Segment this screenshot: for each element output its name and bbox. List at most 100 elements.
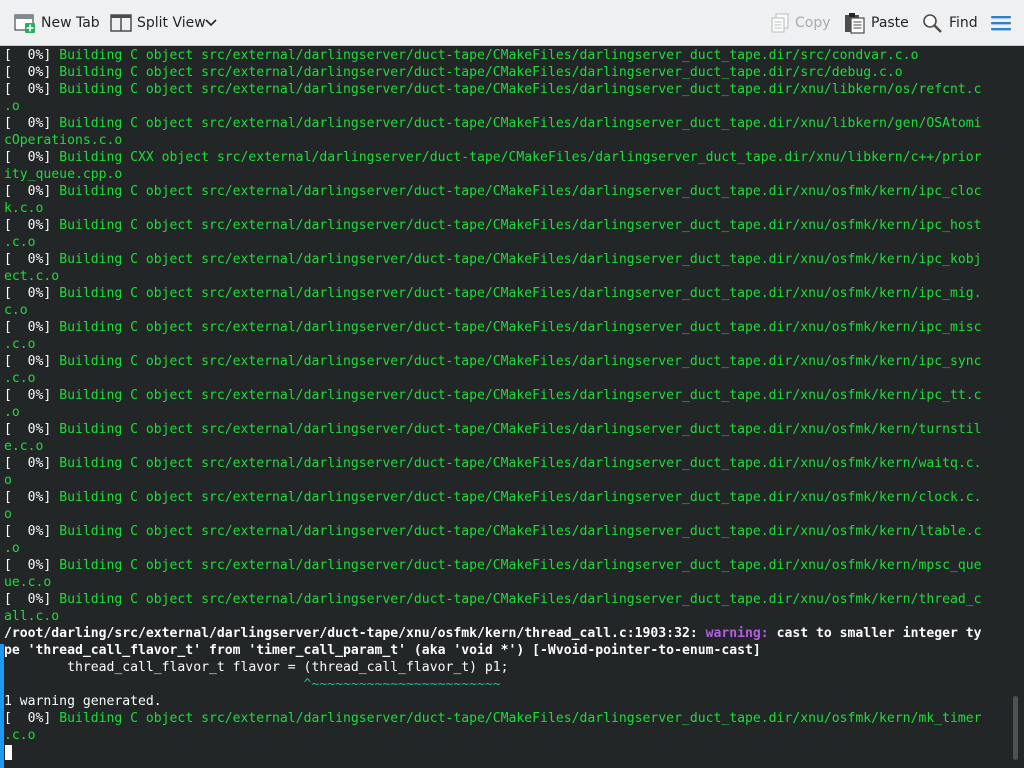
terminal-line: .c.o <box>4 336 982 353</box>
terminal-line: [ 0%] Building C object src/external/dar… <box>4 455 982 472</box>
terminal-text: ^~~~~~~~~~~~~~~~~~~~~~~~~ <box>4 677 501 692</box>
split-view-icon <box>110 13 137 33</box>
terminal-line: [ 0%] Building C object src/external/dar… <box>4 421 982 438</box>
new-tab-button[interactable]: New Tab <box>14 0 100 46</box>
terminal-text: [ 0%] <box>4 422 60 437</box>
terminal-text: [ 0%] <box>4 48 60 63</box>
terminal-text: 1 warning generated. <box>4 694 162 709</box>
terminal-text: Building C object src/external/darlingse… <box>59 116 982 131</box>
terminal-text: [ 0%] <box>4 82 60 97</box>
terminal-text: warning: <box>705 626 777 641</box>
terminal-text: k.c.o <box>4 201 44 216</box>
chevron-down-icon <box>205 19 222 27</box>
search-icon <box>922 13 949 33</box>
activity-marker <box>0 644 4 768</box>
paste-icon <box>844 12 871 34</box>
terminal-line: [ 0%] Building C object src/external/dar… <box>4 557 982 574</box>
scrollbar-thumb[interactable] <box>1013 696 1018 760</box>
terminal-line: [ 0%] Building C object src/external/dar… <box>4 183 982 200</box>
terminal-line: .o <box>4 98 982 115</box>
terminal-text: ity_queue.cpp.o <box>4 167 123 182</box>
terminal-line: e.c.o <box>4 438 982 455</box>
terminal-text: [ 0%] <box>4 490 60 505</box>
terminal-text: Building C object src/external/darlingse… <box>59 388 982 403</box>
split-view-button[interactable]: Split View <box>110 0 206 46</box>
menu-button[interactable] <box>990 0 1017 46</box>
terminal-line: [ 0%] Building C object src/external/dar… <box>4 319 982 336</box>
terminal-text: Building C object src/external/darlingse… <box>59 286 982 301</box>
terminal-text: pe 'thread_call_flavor_t' from 'timer_ca… <box>4 643 761 658</box>
find-button[interactable]: Find <box>922 0 978 46</box>
terminal-text: Building CXX object src/external/darling… <box>59 150 982 165</box>
terminal-line: cOperations.c.o <box>4 132 982 149</box>
terminal-text: [ 0%] <box>4 286 60 301</box>
terminal-text: [ 0%] <box>4 354 60 369</box>
copy-icon <box>770 13 795 33</box>
terminal-output: [ 0%] Building C object src/external/dar… <box>4 47 982 744</box>
terminal-text: .o <box>4 99 20 114</box>
terminal-text: cast to smaller integer ty <box>776 626 982 641</box>
terminal-line: [ 0%] Building C object src/external/dar… <box>4 387 982 404</box>
terminal-line: k.c.o <box>4 200 982 217</box>
terminal-text: [ 0%] <box>4 65 60 80</box>
terminal-text: c.o <box>4 303 28 318</box>
terminal-line: [ 0%] Building CXX object src/external/d… <box>4 149 982 166</box>
terminal-line: 1 warning generated. <box>4 693 982 710</box>
terminal-text: [ 0%] <box>4 456 60 471</box>
terminal-text: Building C object src/external/darlingse… <box>59 422 982 437</box>
hamburger-menu-icon <box>990 14 1017 32</box>
terminal-text: Building C object src/external/darlingse… <box>59 524 982 539</box>
terminal-line: [ 0%] Building C object src/external/dar… <box>4 353 982 370</box>
terminal-line: ect.c.o <box>4 268 982 285</box>
terminal-line: ^~~~~~~~~~~~~~~~~~~~~~~~~ <box>4 676 982 693</box>
terminal-line: [ 0%] Building C object src/external/dar… <box>4 489 982 506</box>
terminal-line: [ 0%] Building C object src/external/dar… <box>4 710 982 727</box>
terminal-line: o <box>4 506 982 523</box>
new-tab-icon <box>14 13 41 33</box>
terminal-text: Building C object src/external/darlingse… <box>59 558 982 573</box>
terminal-line: [ 0%] Building C object src/external/dar… <box>4 81 982 98</box>
terminal-text: Building C object src/external/darlingse… <box>59 252 982 267</box>
terminal-line: all.c.o <box>4 608 982 625</box>
terminal-text: [ 0%] <box>4 116 60 131</box>
terminal-line: .o <box>4 540 982 557</box>
paste-label: Paste <box>871 15 909 31</box>
terminal-text: Building C object src/external/darlingse… <box>59 65 903 80</box>
terminal-text: .c.o <box>4 728 36 743</box>
terminal-text: .c.o <box>4 337 36 352</box>
terminal-text: cOperations.c.o <box>4 133 123 148</box>
copy-button[interactable]: Copy <box>770 0 831 46</box>
terminal-line: .o <box>4 404 982 421</box>
split-view-dropdown[interactable] <box>205 0 222 46</box>
terminal-text: [ 0%] <box>4 592 60 607</box>
terminal-text: [ 0%] <box>4 524 60 539</box>
terminal-line: o <box>4 472 982 489</box>
terminal-text: .c.o <box>4 371 36 386</box>
terminal-line: thread_call_flavor_t flavor = (thread_ca… <box>4 659 982 676</box>
paste-button[interactable]: Paste <box>844 0 909 46</box>
terminal-text: Building C object src/external/darlingse… <box>59 456 982 471</box>
terminal-line: .c.o <box>4 727 982 744</box>
terminal-text: Building C object src/external/darlingse… <box>59 320 982 335</box>
terminal-line: c.o <box>4 302 982 319</box>
terminal-text: ect.c.o <box>4 269 60 284</box>
terminal-line: ue.c.o <box>4 574 982 591</box>
terminal-text: o <box>4 507 12 522</box>
terminal-line: [ 0%] Building C object src/external/dar… <box>4 115 982 132</box>
scrollbar[interactable] <box>1010 46 1024 768</box>
terminal-line: [ 0%] Building C object src/external/dar… <box>4 591 982 608</box>
toolbar: New Tab Split View Copy Paste Find <box>0 0 1024 46</box>
terminal-line: [ 0%] Building C object src/external/dar… <box>4 217 982 234</box>
terminal-line: /root/darling/src/external/darlingserver… <box>4 625 982 642</box>
terminal-view[interactable]: [ 0%] Building C object src/external/dar… <box>0 46 1024 768</box>
terminal-text: [ 0%] <box>4 218 60 233</box>
terminal-line: pe 'thread_call_flavor_t' from 'timer_ca… <box>4 642 982 659</box>
terminal-cursor <box>5 745 12 760</box>
copy-label: Copy <box>795 15 831 31</box>
terminal-text: .o <box>4 405 20 420</box>
terminal-text: all.c.o <box>4 609 60 624</box>
terminal-text: [ 0%] <box>4 711 60 726</box>
terminal-text: thread_call_flavor_t flavor = (thread_ca… <box>4 660 509 675</box>
terminal-text: Building C object src/external/darlingse… <box>59 184 982 199</box>
terminal-text: [ 0%] <box>4 320 60 335</box>
